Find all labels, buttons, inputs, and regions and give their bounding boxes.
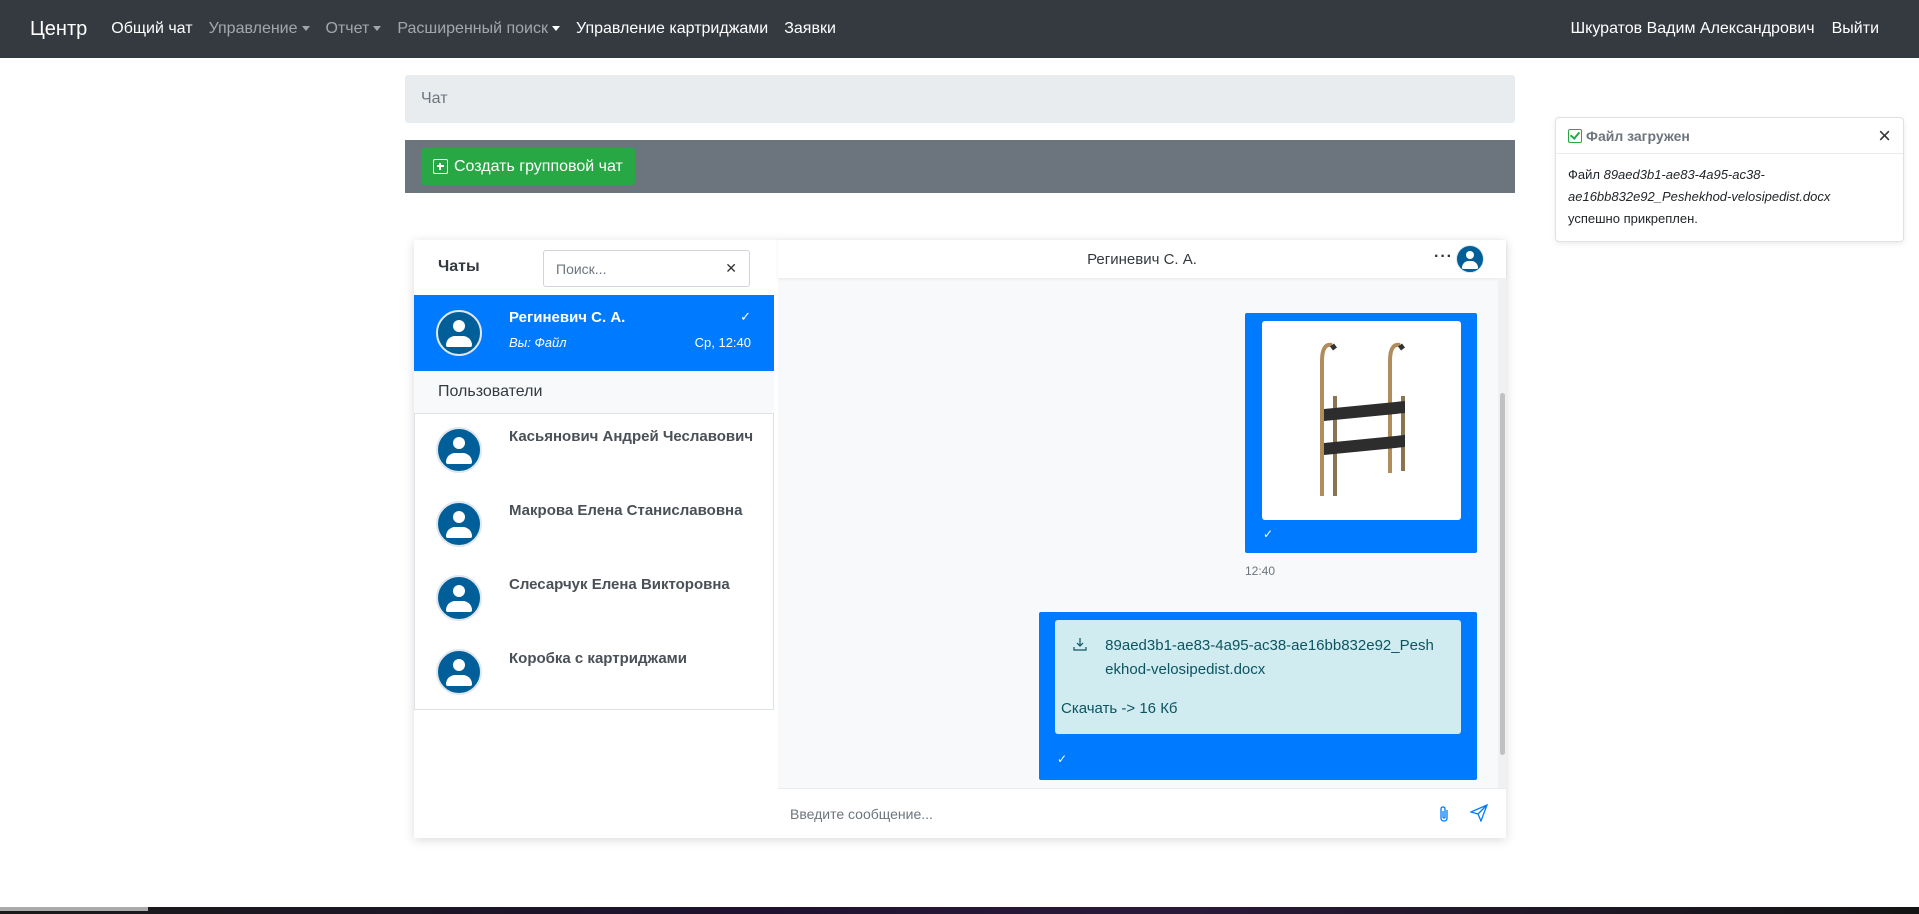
bottom-strip-segment: [0, 907, 148, 911]
users-header: Пользователи: [414, 371, 774, 413]
message-input[interactable]: Введите сообщение...: [790, 806, 933, 822]
attached-image[interactable]: [1262, 321, 1461, 520]
caret-down-icon: [552, 26, 560, 32]
user-name: Касьянович Андрей Чеславович: [509, 428, 754, 445]
chat-sidebar: Чаты Поиск... ✕ Региневич С. А. ✓ Вы: Фа…: [414, 240, 774, 838]
image-message: ✓: [1245, 313, 1477, 553]
nav-advanced-search-label: Расширенный поиск: [397, 20, 548, 37]
nav-advanced-search-dropdown[interactable]: Расширенный поиск: [397, 20, 560, 38]
create-group-chat-button[interactable]: Создать групповой чат: [421, 148, 635, 185]
user-name-link[interactable]: Шкуратов Вадим Александрович: [1571, 20, 1815, 38]
chat-preview: Вы: Файл: [509, 335, 567, 350]
close-icon[interactable]: ×: [1878, 124, 1891, 147]
conversation-panel: Региневич С. А. ··· ✓ 12:40 89aed3b1-ae8…: [778, 240, 1506, 838]
upload-toast: Файл загружен × Файл 89aed3b1-ae83-4a95-…: [1555, 117, 1904, 242]
paperclip-icon[interactable]: [1438, 805, 1450, 823]
avatar-icon: [436, 575, 482, 621]
avatar-icon: [436, 501, 482, 547]
chat-time: Ср, 12:40: [694, 335, 751, 350]
message-time: 12:40: [1245, 564, 1276, 578]
top-navbar: Центр Общий чат Управление Отчет Расшире…: [0, 0, 1919, 58]
chat-name: Региневич С. А.: [509, 309, 626, 326]
conversation-title: Региневич С. А.: [1087, 250, 1197, 268]
file-attachment[interactable]: 89aed3b1-ae83-4a95-ac38-ae16bb832e92_Pes…: [1055, 620, 1461, 734]
user-list-item[interactable]: Макрова Елена Станиславовна: [415, 488, 773, 562]
toast-body: Файл 89aed3b1-ae83-4a95-ac38-ae16bb832e9…: [1556, 154, 1903, 240]
message-composer: Введите сообщение...: [778, 788, 1506, 838]
avatar-icon: [436, 310, 482, 356]
file-download-link[interactable]: Скачать -> 16 Кб: [1061, 700, 1178, 717]
caret-down-icon: [373, 26, 382, 32]
user-list-item[interactable]: Коробка с картриджами: [415, 636, 773, 710]
user-name: Слесарчук Елена Викторовна: [509, 576, 730, 593]
actions-bar: Создать групповой чат: [405, 140, 1515, 193]
plus-square-icon: [433, 159, 448, 174]
nav-user-area: Шкуратов Вадим Александрович Выйти: [1571, 20, 1890, 38]
chat-widget: Чаты Поиск... ✕ Региневич С. А. ✓ Вы: Фа…: [414, 240, 1506, 838]
clear-search-icon[interactable]: ✕: [725, 260, 737, 277]
sent-check-icon: ✓: [1263, 527, 1274, 541]
sent-check-icon: ✓: [1057, 752, 1068, 766]
bottom-strip: [0, 907, 1919, 914]
users-list: Касьянович Андрей Чеславович Макрова Еле…: [414, 413, 774, 710]
toast-header: Файл загружен ×: [1556, 118, 1903, 154]
avatar-icon: [436, 649, 482, 695]
read-check-icon: ✓: [740, 309, 751, 324]
send-icon[interactable]: [1470, 804, 1488, 822]
more-options-icon[interactable]: ···: [1434, 248, 1453, 266]
chats-label: Чаты: [438, 258, 480, 275]
file-message: 89aed3b1-ae83-4a95-ac38-ae16bb832e92_Pes…: [1039, 612, 1477, 780]
download-icon: [1073, 638, 1087, 651]
brand-link[interactable]: Центр: [30, 18, 87, 41]
nav-general-chat[interactable]: Общий чат: [111, 20, 192, 38]
toast-body-prefix: Файл: [1568, 167, 1600, 182]
caret-down-icon: [301, 26, 310, 32]
nav-management-label: Управление: [208, 20, 298, 37]
search-placeholder: Поиск...: [556, 260, 607, 277]
toast-body-suffix: успешно прикреплен.: [1568, 211, 1698, 226]
user-list-item[interactable]: Слесарчук Елена Викторовна: [415, 562, 773, 636]
scrollbar[interactable]: [1498, 278, 1506, 788]
logout-link[interactable]: Выйти: [1832, 20, 1879, 38]
toast-title: Файл загружен: [1586, 127, 1690, 144]
scrollbar-thumb[interactable]: [1500, 393, 1505, 755]
create-group-chat-label: Создать групповой чат: [454, 157, 623, 175]
avatar-icon: [436, 427, 482, 473]
file-name-row: 89aed3b1-ae83-4a95-ac38-ae16bb832e92_Pes…: [1073, 634, 1435, 682]
ladder-image-icon: [1320, 342, 1405, 496]
user-list-item[interactable]: Касьянович Андрей Чеславович: [415, 414, 773, 488]
nav-management-dropdown[interactable]: Управление: [209, 20, 310, 38]
toast-file-name: 89aed3b1-ae83-4a95-ac38-ae16bb832e92_Pes…: [1568, 167, 1831, 204]
file-name: 89aed3b1-ae83-4a95-ac38-ae16bb832e92_Pes…: [1105, 637, 1434, 678]
user-name: Макрова Елена Станиславовна: [509, 502, 743, 519]
avatar-icon[interactable]: [1456, 245, 1484, 273]
user-name: Коробка с картриджами: [509, 650, 687, 667]
page-title: Чат: [405, 75, 1515, 123]
chat-list-item-active[interactable]: Региневич С. А. ✓ Вы: Файл Ср, 12:40: [414, 295, 774, 371]
nav-report-label: Отчет: [325, 20, 370, 37]
nav-cartridges[interactable]: Управление картриджами: [576, 20, 768, 38]
conversation-header: Региневич С. А. ···: [778, 240, 1506, 278]
nav-requests[interactable]: Заявки: [784, 20, 836, 38]
check-square-icon: [1568, 128, 1582, 143]
nav-report-dropdown[interactable]: Отчет: [326, 20, 382, 38]
search-input[interactable]: Поиск... ✕: [543, 250, 750, 287]
